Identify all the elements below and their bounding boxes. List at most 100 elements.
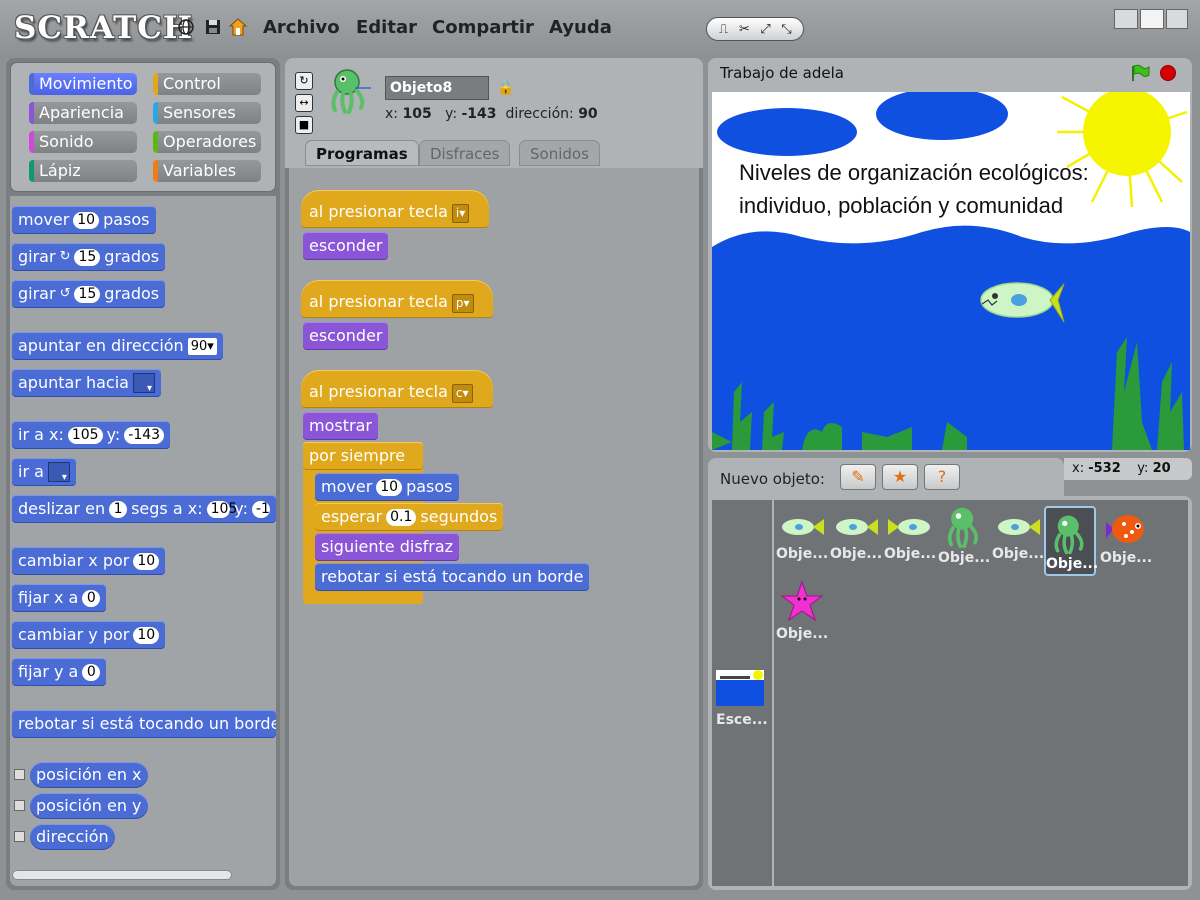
block-set-x[interactable]: fijar x a 0 — [12, 584, 107, 612]
stage-thumbnail-icon[interactable] — [716, 670, 764, 706]
block-hide[interactable]: esconder — [303, 232, 389, 260]
palette-horizontal-scrollbar[interactable] — [12, 870, 232, 880]
forever-header[interactable]: por siempre — [303, 442, 423, 470]
value-slot[interactable]: 0 — [82, 589, 101, 607]
show-x-position-checkbox[interactable] — [14, 769, 25, 780]
category-looks[interactable]: Apariencia — [29, 102, 137, 124]
hat-block-key-c[interactable]: al presionar tecla c▾ — [301, 370, 493, 408]
block-turn-right[interactable]: girar ↻ 15 grados — [12, 243, 166, 271]
sprite-tile-fish-2[interactable]: Obje... — [830, 506, 882, 572]
key-dropdown[interactable]: i▾ — [451, 204, 470, 223]
block-change-x[interactable]: cambiar x por 10 — [12, 547, 166, 575]
tab-sounds[interactable]: Sonidos — [519, 140, 600, 166]
value-slot[interactable]: -143 — [124, 426, 165, 444]
stop-icon[interactable] — [1160, 65, 1176, 81]
value-slot[interactable]: 10 — [376, 478, 403, 496]
sprite-tile-tropical-fish[interactable]: Obje... — [1100, 506, 1152, 572]
block-move[interactable]: mover 10 pasos — [12, 206, 156, 234]
hat-block-key-i[interactable]: al presionar tecla i▾ — [301, 190, 489, 228]
rotate-all-around-icon[interactable]: ↻ — [295, 72, 313, 90]
flip-left-right-icon[interactable]: ↔ — [295, 94, 313, 112]
tab-scripts[interactable]: Programas — [305, 140, 419, 166]
reporter-x-position[interactable]: posición en x — [30, 762, 148, 788]
block-bounce[interactable]: rebotar si está tocando un borde — [315, 563, 590, 591]
small-stage-layout-icon[interactable] — [1114, 9, 1138, 29]
grow-icon[interactable]: ⤢ — [757, 22, 775, 37]
lock-icon[interactable]: 🔒 — [497, 80, 514, 96]
category-operators[interactable]: Operadores — [153, 131, 261, 153]
block-move[interactable]: mover 10 pasos — [315, 473, 459, 501]
category-sound[interactable]: Sonido — [29, 131, 137, 153]
category-label: Movimiento — [39, 74, 133, 93]
value-slot[interactable]: 105 — [206, 500, 237, 518]
normal-stage-layout-icon[interactable] — [1140, 9, 1164, 29]
reporter-y-position[interactable]: posición en y — [30, 793, 148, 819]
category-motion[interactable]: Movimiento — [29, 73, 137, 95]
block-next-costume[interactable]: siguiente disfraz — [315, 533, 460, 561]
block-point-direction[interactable]: apuntar en dirección 90▾ — [12, 332, 223, 360]
random-sprite-icon[interactable]: ? — [924, 464, 960, 490]
block-glide[interactable]: deslizar en 1 segs a x: 105 y: -1 — [12, 495, 276, 523]
value-slot[interactable]: 10 — [133, 626, 160, 644]
block-set-y[interactable]: fijar y a 0 — [12, 658, 107, 686]
direction-dropdown[interactable]: 90▾ — [187, 337, 217, 355]
tab-costumes[interactable]: Disfraces — [419, 140, 511, 166]
block-bounce[interactable]: rebotar si está tocando un borde — [12, 710, 276, 738]
globe-icon[interactable] — [176, 17, 196, 37]
block-show[interactable]: mostrar — [303, 412, 378, 440]
value-slot[interactable]: 15 — [74, 248, 101, 266]
show-direction-checkbox[interactable] — [14, 831, 25, 842]
menu-edit[interactable]: Editar — [356, 17, 417, 38]
sprite-tile-fish-4[interactable]: Obje... — [992, 506, 1044, 572]
stage-canvas[interactable]: Niveles de organización ecológicos: indi… — [712, 92, 1190, 450]
target-dropdown[interactable] — [47, 462, 70, 492]
menu-help[interactable]: Ayuda — [549, 17, 612, 38]
hat-block-key-p[interactable]: al presionar tecla p▾ — [301, 280, 493, 318]
sprite-tile-fish-3[interactable]: Obje... — [884, 506, 936, 572]
paint-new-sprite-icon[interactable]: ✎ — [840, 464, 876, 490]
value-slot[interactable]: 1 — [109, 500, 128, 518]
category-pen[interactable]: Lápiz — [29, 160, 137, 182]
target-dropdown[interactable] — [132, 373, 155, 403]
sprite-tile-octopus-selected[interactable]: Obje... — [1044, 506, 1098, 576]
value-slot[interactable]: 0 — [82, 663, 101, 681]
choose-sprite-from-file-icon[interactable]: ★ — [882, 464, 918, 490]
sprite-name-field[interactable]: Objeto8 — [385, 76, 489, 100]
block-wait[interactable]: esperar 0.1 segundos — [315, 503, 504, 531]
dont-rotate-icon[interactable]: ■ — [295, 116, 313, 134]
category-variables[interactable]: Variables — [153, 160, 261, 182]
value-slot[interactable]: 10 — [73, 211, 100, 229]
show-y-position-checkbox[interactable] — [14, 800, 25, 811]
block-point-towards[interactable]: apuntar hacia — [12, 369, 161, 403]
block-goto[interactable]: ir a — [12, 458, 76, 492]
value-slot[interactable]: 0.1 — [386, 508, 417, 526]
key-dropdown[interactable]: p▾ — [451, 294, 474, 313]
menu-share[interactable]: Compartir — [432, 17, 534, 38]
block-turn-left[interactable]: girar ↺ 15 grados — [12, 280, 166, 308]
reporter-direction[interactable]: dirección — [30, 824, 115, 850]
value-slot[interactable]: -1 — [252, 500, 270, 518]
save-icon[interactable] — [203, 17, 223, 37]
key-dropdown[interactable]: c▾ — [451, 384, 473, 403]
value-slot[interactable]: 105 — [67, 426, 103, 444]
share-upload-icon[interactable] — [228, 17, 248, 37]
menu-file[interactable]: Archivo — [263, 17, 340, 38]
sprite-tile-octopus-1[interactable]: Obje... — [938, 500, 990, 572]
green-flag-icon[interactable] — [1130, 64, 1150, 82]
presentation-mode-icon[interactable] — [1166, 9, 1188, 29]
block-goto-xy[interactable]: ir a x: 105 y: -143 — [12, 421, 171, 449]
category-sensing[interactable]: Sensores — [153, 102, 261, 124]
block-hide[interactable]: esconder — [303, 322, 389, 350]
current-sprite-thumbnail-icon — [325, 66, 373, 116]
stage-thumbnail-column: Esce... — [712, 500, 772, 886]
scripts-area[interactable]: al presionar tecla i▾ esconder al presion… — [289, 168, 699, 886]
sprite-tile-fish-1[interactable]: Obje... — [776, 506, 828, 572]
value-slot[interactable]: 10 — [133, 552, 160, 570]
cut-icon[interactable]: ✂ — [736, 22, 754, 37]
shrink-icon[interactable]: ⤡ — [778, 22, 796, 37]
value-slot[interactable]: 15 — [74, 285, 101, 303]
sprite-tile-starfish[interactable]: Obje... — [776, 576, 828, 642]
duplicate-icon[interactable]: ⎍ — [715, 22, 733, 37]
category-control[interactable]: Control — [153, 73, 261, 95]
block-change-y[interactable]: cambiar y por 10 — [12, 621, 166, 649]
